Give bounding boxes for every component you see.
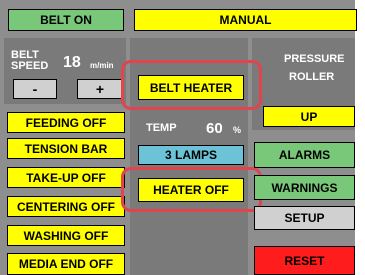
lamps-button[interactable]: 3 LAMPS [138,145,244,165]
pressure-roller-title-line2: ROLLER [289,71,335,83]
belt-on-button[interactable]: BELT ON [8,9,124,31]
media-end-off-button[interactable]: MEDIA END OFF [7,253,125,275]
control-panel: BELT ON MANUAL BELT SPEED 18 m/min - + F… [0,0,365,275]
take-up-off-button[interactable]: TAKE-UP OFF [7,167,125,188]
speed-increase-button[interactable]: + [77,79,123,99]
belt-speed-value: 18 [63,54,81,71]
belt-heater-button[interactable]: BELT HEATER [138,75,244,100]
speed-decrease-button[interactable]: - [13,79,57,99]
belt-speed-unit: m/min [90,61,114,70]
reset-button[interactable]: RESET [254,246,355,275]
temp-unit: % [233,125,242,135]
temp-value: 60 [206,120,223,137]
heater-off-button[interactable]: HEATER OFF [138,178,244,202]
pressure-roller-title-line1: PRESSURE [284,53,345,65]
warnings-button[interactable]: WARNINGS [254,175,355,200]
temp-label: TEMP [146,122,177,134]
feeding-off-button[interactable]: FEEDING OFF [7,112,125,133]
setup-button[interactable]: SETUP [254,206,355,230]
belt-speed-label-line2: SPEED [11,60,49,72]
alarms-button[interactable]: ALARMS [254,142,355,168]
tension-bar-button[interactable]: TENSION BAR [7,138,125,159]
roller-up-button[interactable]: UP [263,106,355,127]
centering-off-button[interactable]: CENTERING OFF [7,196,125,217]
manual-mode-button[interactable]: MANUAL [134,9,357,31]
right-edge-strip [355,0,365,275]
washing-off-button[interactable]: WASHING OFF [7,225,125,246]
